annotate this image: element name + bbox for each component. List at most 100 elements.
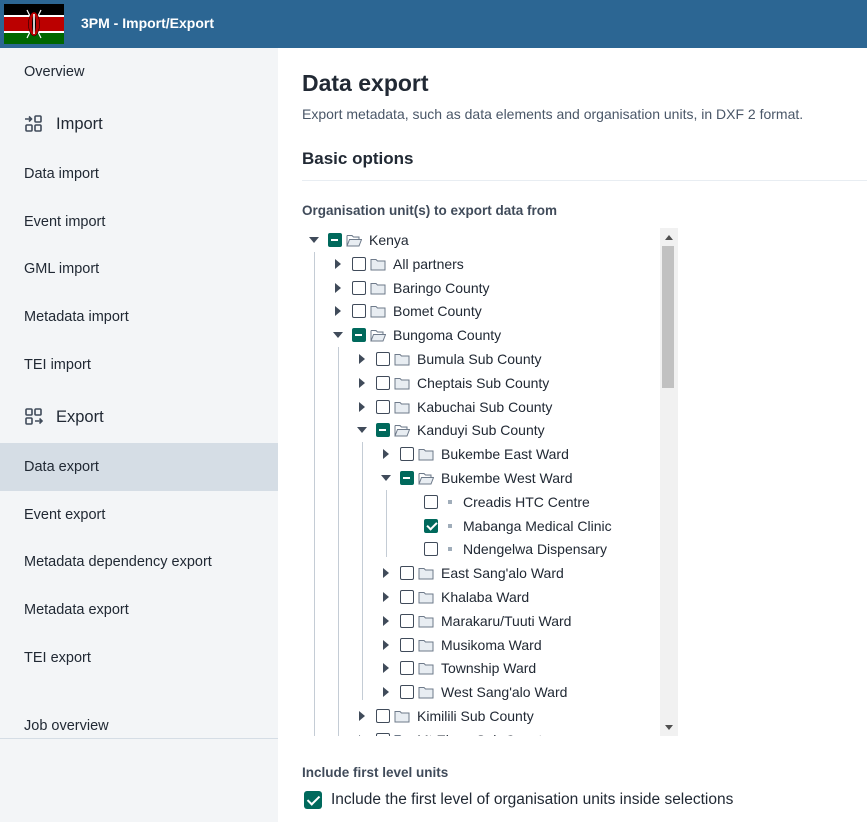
tree-node-label[interactable]: Kimilili Sub County xyxy=(417,708,534,724)
include-first-level-option[interactable]: Include the first level of organisation … xyxy=(302,791,733,809)
tree-node-checkbox[interactable] xyxy=(400,566,414,581)
tree-node[interactable]: Bukembe West Ward xyxy=(380,466,573,490)
include-first-level-checkbox[interactable] xyxy=(304,791,322,809)
tree-node-label[interactable]: West Sang'alo Ward xyxy=(441,684,567,700)
tree-node-checkbox[interactable] xyxy=(400,637,414,652)
tree-node[interactable]: Ndengelwa Dispensary xyxy=(404,537,607,561)
tree-node[interactable]: Bukembe East Ward xyxy=(380,442,569,466)
tree-node[interactable]: Cheptais Sub County xyxy=(356,371,549,395)
tree-node[interactable]: Bomet County xyxy=(332,299,482,323)
tree-node-label[interactable]: Kenya xyxy=(369,232,409,248)
tree-node-label[interactable]: Musikoma Ward xyxy=(441,637,542,653)
collapse-arrow-icon[interactable] xyxy=(308,234,320,246)
sidebar-item-metadata-dependency-export[interactable]: Metadata dependency export xyxy=(0,538,278,586)
tree-node[interactable]: Bungoma County xyxy=(332,323,501,347)
tree-node-checkbox[interactable] xyxy=(376,709,390,723)
tree-node-checkbox[interactable] xyxy=(400,613,414,628)
tree-node-label[interactable]: Ndengelwa Dispensary xyxy=(463,541,607,557)
tree-node-checkbox[interactable] xyxy=(424,542,438,557)
tree-node-checkbox[interactable] xyxy=(352,304,366,319)
tree-node-checkbox[interactable] xyxy=(376,352,390,366)
tree-node-checkbox[interactable] xyxy=(400,661,414,676)
tree-node-label[interactable]: Bukembe West Ward xyxy=(441,470,573,486)
tree-node-label[interactable]: Mt Elgon Sub County xyxy=(417,732,549,736)
kenya-flag-logo[interactable] xyxy=(4,4,64,44)
tree-node-checkbox[interactable] xyxy=(376,375,390,390)
tree-node-checkbox[interactable] xyxy=(376,732,390,736)
sidebar-item-metadata-import[interactable]: Metadata import xyxy=(0,293,278,341)
tree-node[interactable]: Mabanga Medical Clinic xyxy=(404,514,612,538)
expand-arrow-icon[interactable] xyxy=(380,686,392,698)
tree-node-checkbox[interactable] xyxy=(400,471,414,485)
tree-node-label[interactable]: Bumula Sub County xyxy=(417,351,542,367)
expand-arrow-icon[interactable] xyxy=(332,258,344,270)
expand-arrow-icon[interactable] xyxy=(356,401,368,413)
sidebar-item-event-import[interactable]: Event import xyxy=(0,198,278,246)
tree-node-label[interactable]: Bungoma County xyxy=(393,327,501,343)
tree-node-label[interactable]: Marakaru/Tuuti Ward xyxy=(441,613,571,629)
tree-node-label[interactable]: East Sang'alo Ward xyxy=(441,565,564,581)
sidebar-item-gml-import[interactable]: GML import xyxy=(0,245,278,293)
tree-node[interactable]: Marakaru/Tuuti Ward xyxy=(380,609,571,633)
tree-node-checkbox[interactable] xyxy=(352,328,366,343)
sidebar-item-event-export[interactable]: Event export xyxy=(0,491,278,539)
tree-node[interactable]: Creadis HTC Centre xyxy=(404,490,590,514)
tree-node-label[interactable]: Baringo County xyxy=(393,280,490,296)
sidebar-item-data-export[interactable]: Data export xyxy=(0,443,278,491)
expand-arrow-icon[interactable] xyxy=(380,639,392,651)
tree-node-label[interactable]: Bukembe East Ward xyxy=(441,446,569,462)
tree-node-checkbox[interactable] xyxy=(376,399,390,414)
tree-node[interactable]: Bumula Sub County xyxy=(356,347,542,371)
tree-node-label[interactable]: Kanduyi Sub County xyxy=(417,422,545,438)
tree-node[interactable]: Khalaba Ward xyxy=(380,585,529,609)
tree-node[interactable]: Baringo County xyxy=(332,276,490,300)
expand-arrow-icon[interactable] xyxy=(380,591,392,603)
tree-node-checkbox[interactable] xyxy=(400,447,414,462)
tree-node-checkbox[interactable] xyxy=(400,590,414,604)
tree-node[interactable]: Kanduyi Sub County xyxy=(356,418,545,442)
expand-arrow-icon[interactable] xyxy=(380,448,392,460)
tree-node[interactable]: Musikoma Ward xyxy=(380,633,542,657)
tree-node-label[interactable]: All partners xyxy=(393,256,464,272)
expand-arrow-icon[interactable] xyxy=(332,305,344,317)
tree-node-checkbox[interactable] xyxy=(376,423,390,438)
tree-node[interactable]: West Sang'alo Ward xyxy=(380,680,567,704)
tree-node[interactable]: Kenya xyxy=(308,228,409,252)
tree-node[interactable]: Kimilili Sub County xyxy=(356,704,534,728)
expand-arrow-icon[interactable] xyxy=(380,567,392,579)
sidebar-item-tei-export[interactable]: TEI export xyxy=(0,634,278,682)
expand-arrow-icon[interactable] xyxy=(356,710,368,722)
sidebar-item-metadata-export[interactable]: Metadata export xyxy=(0,586,278,634)
expand-arrow-icon[interactable] xyxy=(356,377,368,389)
collapse-arrow-icon[interactable] xyxy=(380,472,392,484)
collapse-arrow-icon[interactable] xyxy=(356,424,368,436)
collapse-arrow-icon[interactable] xyxy=(332,329,344,341)
tree-node[interactable]: All partners xyxy=(332,252,464,276)
tree-node[interactable]: East Sang'alo Ward xyxy=(380,561,564,585)
expand-arrow-icon[interactable] xyxy=(380,662,392,674)
org-unit-tree[interactable]: Kenya All partners Baringo County Bomet Cou… xyxy=(302,228,678,736)
tree-node-checkbox[interactable] xyxy=(352,280,366,295)
expand-arrow-icon[interactable] xyxy=(356,734,368,736)
expand-arrow-icon[interactable] xyxy=(332,282,344,294)
tree-node-label[interactable]: Cheptais Sub County xyxy=(417,375,549,391)
tree-scrollbar[interactable] xyxy=(660,228,678,736)
tree-node-label[interactable]: Bomet County xyxy=(393,303,482,319)
tree-node[interactable]: Mt Elgon Sub County xyxy=(356,728,549,736)
sidebar-item-tei-import[interactable]: TEI import xyxy=(0,341,278,389)
tree-node-label[interactable]: Khalaba Ward xyxy=(441,589,529,605)
tree-node-checkbox[interactable] xyxy=(400,685,414,700)
scroll-up-arrow-icon[interactable] xyxy=(664,232,674,242)
tree-node-label[interactable]: Creadis HTC Centre xyxy=(463,494,590,510)
sidebar-item-overview[interactable]: Overview xyxy=(0,48,278,96)
tree-node-checkbox[interactable] xyxy=(424,494,438,509)
sidebar-item-data-import[interactable]: Data import xyxy=(0,150,278,198)
tree-node-label[interactable]: Mabanga Medical Clinic xyxy=(463,518,612,534)
expand-arrow-icon[interactable] xyxy=(356,353,368,365)
tree-node-label[interactable]: Kabuchai Sub County xyxy=(417,399,552,415)
scrollbar-thumb[interactable] xyxy=(662,246,674,388)
tree-node-checkbox[interactable] xyxy=(328,233,342,247)
tree-node[interactable]: Township Ward xyxy=(380,656,536,680)
tree-node[interactable]: Kabuchai Sub County xyxy=(356,395,552,419)
sidebar-item-job-overview[interactable]: Job overview xyxy=(0,702,278,750)
